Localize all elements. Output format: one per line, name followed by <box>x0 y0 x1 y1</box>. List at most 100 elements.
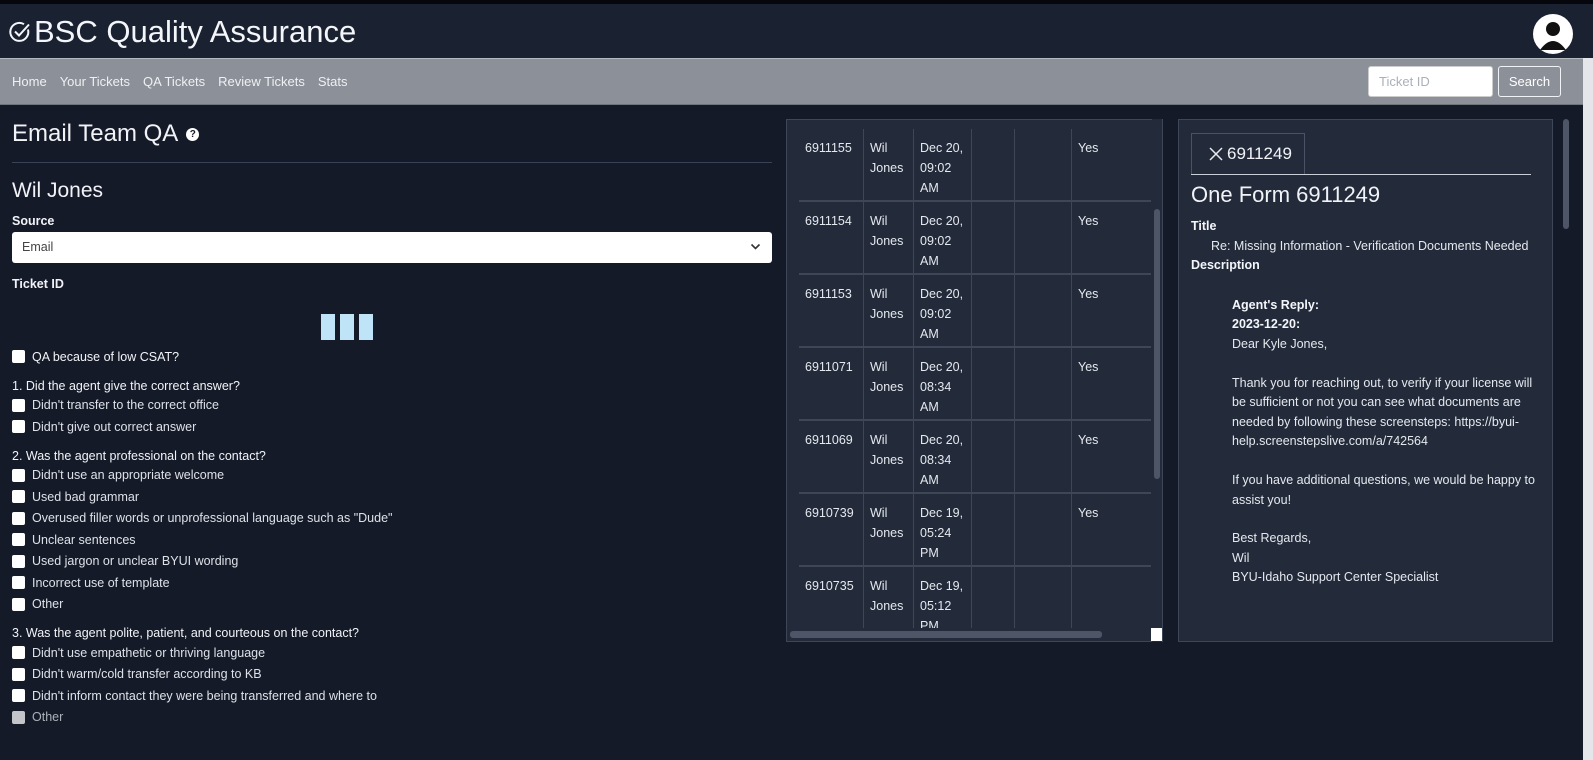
low-csat-checkbox-row[interactable]: QA because of low CSAT? <box>12 346 392 368</box>
nav-stats[interactable]: Stats <box>318 74 348 89</box>
title-label: Title <box>1191 219 1217 233</box>
nav-bar: Home Your Tickets QA Tickets Review Tick… <box>0 58 1583 105</box>
app-header: BSC Quality Assurance <box>0 0 1593 58</box>
empty-cell <box>972 275 1015 346</box>
checkbox-label: Didn't transfer to the correct office <box>32 398 219 413</box>
checkbox-row[interactable]: Overused filler words or unprofessional … <box>12 508 392 530</box>
empty-cell <box>972 494 1015 565</box>
checkbox-row[interactable]: Didn't give out correct answer <box>12 416 392 438</box>
table-horizontal-scrollbar[interactable] <box>788 628 1152 641</box>
scrollbar-thumb[interactable] <box>1563 119 1569 229</box>
checkbox-row[interactable]: Didn't use an appropriate welcome <box>12 465 392 487</box>
checkbox-row[interactable]: Unclear sentences <box>12 529 392 551</box>
detail-scrollbar[interactable] <box>1561 119 1571 642</box>
ticket-id-search-input[interactable] <box>1368 66 1493 97</box>
checkbox-row[interactable]: Didn't warm/cold transfer according to K… <box>12 664 392 686</box>
date-cell: Dec 20, 09:02 AM <box>914 129 972 200</box>
checkbox[interactable] <box>12 533 25 547</box>
empty-cell <box>1015 421 1072 492</box>
empty-cell <box>972 348 1015 419</box>
app-title[interactable]: BSC Quality Assurance <box>8 14 356 50</box>
checkbox-label: Didn't use empathetic or thriving langua… <box>32 645 266 660</box>
detail-body: Title Re: Missing Information - Verifica… <box>1191 217 1536 588</box>
checkbox[interactable] <box>12 554 25 568</box>
table-row[interactable]: 6911069 Wil Jones Dec 20, 08:34 AM Yes <box>799 421 1151 494</box>
checkbox-label: Incorrect use of template <box>32 575 170 590</box>
checkbox[interactable] <box>12 420 25 434</box>
low-csat-checkbox[interactable] <box>12 350 25 364</box>
checkbox-label: Unclear sentences <box>32 532 136 547</box>
qa-form: Email Team QA ? Wil Jones Source Email T… <box>12 120 772 724</box>
source-select[interactable]: Email <box>12 232 772 263</box>
agent-reply: Agent's Reply: 2023-12-20: Dear Kyle Jon… <box>1191 296 1536 588</box>
user-avatar-icon[interactable] <box>1533 14 1573 54</box>
page-title: Email Team QA ? <box>12 120 772 148</box>
reply-signer: Wil <box>1232 550 1250 565</box>
agent-cell: Wil Jones <box>864 129 914 200</box>
ticket-id-cell: 6911155 <box>799 129 864 200</box>
checkbox-row[interactable]: Didn't inform contact they were being tr… <box>12 685 392 707</box>
checkbox[interactable] <box>12 468 25 482</box>
checkbox[interactable] <box>12 490 25 504</box>
ticket-id-cell: 6911069 <box>799 421 864 492</box>
agent-cell: Wil Jones <box>864 202 914 273</box>
ticket-tab-label: 6911249 <box>1227 144 1292 163</box>
date-cell: Dec 20, 08:34 AM <box>914 348 972 419</box>
search-button[interactable]: Search <box>1498 66 1561 97</box>
scrollbar-corner <box>1151 628 1162 641</box>
close-icon[interactable] <box>1208 146 1224 162</box>
checkbox-row[interactable]: Used bad grammar <box>12 486 392 508</box>
checkbox-row[interactable]: Didn't transfer to the correct office <box>12 395 392 417</box>
checkbox[interactable] <box>12 576 25 590</box>
table-row[interactable]: 6911071 Wil Jones Dec 20, 08:34 AM Yes <box>799 348 1151 421</box>
nav-review-tickets[interactable]: Review Tickets <box>218 74 305 89</box>
low-csat-label: QA because of low CSAT? <box>32 349 180 364</box>
checkbox-row[interactable]: Other <box>12 707 392 729</box>
checkbox-row[interactable]: Didn't use empathetic or thriving langua… <box>12 642 392 664</box>
nav-your-tickets[interactable]: Your Tickets <box>60 74 130 89</box>
tab-underline <box>1191 174 1531 175</box>
table-row[interactable]: 6911154 Wil Jones Dec 20, 09:02 AM Yes <box>799 202 1151 275</box>
flag-cell: Yes <box>1078 433 1099 447</box>
table-row[interactable]: 6911153 Wil Jones Dec 20, 09:02 AM Yes <box>799 275 1151 348</box>
ticket-table[interactable]: 6911155 Wil Jones Dec 20, 09:02 AM Yes 6… <box>786 119 1163 642</box>
help-icon[interactable]: ? <box>186 127 200 141</box>
reply-signoff: Best Regards, <box>1232 531 1312 546</box>
nav-home[interactable]: Home <box>12 74 47 89</box>
reply-header: Agent's Reply: <box>1232 297 1320 312</box>
checkbox-row[interactable]: Incorrect use of template <box>12 572 392 594</box>
checkbox[interactable] <box>12 689 25 703</box>
reply-paragraph: If you have additional questions, we wou… <box>1232 472 1535 507</box>
detail-form-title: One Form 6911249 <box>1191 182 1381 207</box>
empty-cell <box>972 129 1015 200</box>
table-row[interactable]: 6911155 Wil Jones Dec 20, 09:02 AM Yes <box>799 129 1151 202</box>
source-label: Source <box>12 214 55 228</box>
table-vertical-scrollbar[interactable] <box>1152 119 1162 642</box>
empty-cell <box>1015 494 1072 565</box>
checkbox[interactable] <box>12 597 25 611</box>
checkbox-label: Other <box>32 710 64 725</box>
agent-name: Wil Jones <box>12 179 104 202</box>
checkbox[interactable] <box>12 646 25 660</box>
ticket-id-cell: 6910739 <box>799 494 864 565</box>
checkbox[interactable] <box>12 398 25 412</box>
checkbox-label: Didn't inform contact they were being tr… <box>32 688 377 703</box>
scrollbar-thumb[interactable] <box>1154 209 1160 479</box>
flag-cell: Yes <box>1078 214 1099 228</box>
checkbox[interactable] <box>12 511 25 525</box>
checkbox-row[interactable]: Other <box>12 594 392 616</box>
loading-spinner <box>321 314 378 340</box>
scrollbar-thumb[interactable] <box>790 631 1102 638</box>
checkbox[interactable] <box>12 710 25 724</box>
checkbox-label: Overused filler words or unprofessional … <box>32 511 393 526</box>
nav-qa-tickets[interactable]: QA Tickets <box>143 74 205 89</box>
flag-cell: Yes <box>1078 506 1099 520</box>
checkbox[interactable] <box>12 667 25 681</box>
table-row[interactable]: 6910739 Wil Jones Dec 19, 05:24 PM Yes <box>799 494 1151 567</box>
source-value: Email <box>22 240 54 254</box>
empty-cell <box>1015 202 1072 273</box>
checkbox-row[interactable]: Used jargon or unclear BYUI wording <box>12 551 392 573</box>
ticket-tab[interactable]: 6911249 <box>1191 133 1305 174</box>
ticket-id-cell: 6911071 <box>799 348 864 419</box>
question-1: 1. Did the agent give the correct answer… <box>12 378 240 393</box>
